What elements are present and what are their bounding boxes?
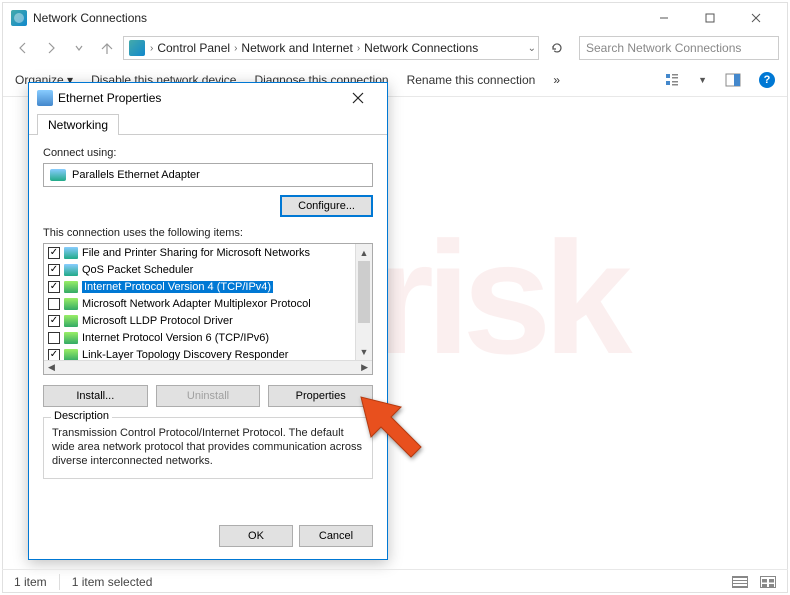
close-button[interactable] — [733, 4, 779, 32]
adapter-field: Parallels Ethernet Adapter — [43, 163, 373, 187]
item-label: Microsoft LLDP Protocol Driver — [82, 315, 233, 327]
window-title: Network Connections — [33, 11, 641, 25]
list-item[interactable]: ✓ Microsoft LLDP Protocol Driver — [44, 312, 372, 329]
adapter-icon — [50, 169, 66, 181]
dialog-title: Ethernet Properties — [58, 91, 337, 105]
item-label: Internet Protocol Version 4 (TCP/IPv4) — [82, 281, 273, 293]
items-label: This connection uses the following items… — [43, 227, 373, 239]
list-item[interactable]: ✓ File and Printer Sharing for Microsoft … — [44, 244, 372, 261]
list-item[interactable]: ✓ Link-Layer Topology Discovery Responder — [44, 346, 372, 360]
dialog-titlebar: Ethernet Properties — [29, 83, 387, 113]
scroll-down-icon[interactable]: ▼ — [356, 343, 372, 360]
chevron-right-icon: › — [150, 43, 153, 54]
protocol-icon — [64, 281, 78, 293]
cancel-button[interactable]: Cancel — [299, 525, 373, 547]
list-item[interactable]: Internet Protocol Version 6 (TCP/IPv6) — [44, 329, 372, 346]
uninstall-button[interactable]: Uninstall — [156, 385, 261, 407]
scroll-up-icon[interactable]: ▲ — [356, 244, 372, 261]
item-label: Internet Protocol Version 6 (TCP/IPv6) — [82, 332, 269, 344]
maximize-button[interactable] — [687, 4, 733, 32]
breadcrumb-item[interactable]: Network Connections — [362, 41, 480, 55]
refresh-button[interactable] — [545, 36, 569, 60]
preview-pane-icon[interactable] — [725, 72, 741, 88]
status-bar: 1 item 1 item selected — [2, 569, 788, 593]
checkbox[interactable] — [48, 332, 60, 344]
item-label: QoS Packet Scheduler — [82, 264, 193, 276]
up-button[interactable] — [95, 36, 119, 60]
checkbox[interactable]: ✓ — [48, 281, 60, 293]
scrollbar-vertical[interactable]: ▲ ▼ — [355, 244, 372, 360]
protocol-icon — [64, 332, 78, 344]
install-button[interactable]: Install... — [43, 385, 148, 407]
connect-using-label: Connect using: — [43, 147, 373, 159]
view-options-icon[interactable] — [664, 72, 680, 88]
list-item[interactable]: Microsoft Network Adapter Multiplexor Pr… — [44, 295, 372, 312]
status-item-count: 1 item — [14, 575, 47, 589]
network-connections-icon — [11, 10, 27, 26]
help-icon[interactable]: ? — [759, 72, 775, 88]
protocol-icon — [64, 247, 78, 259]
breadcrumb[interactable]: › Control Panel › Network and Internet ›… — [123, 36, 539, 60]
large-icons-view-icon[interactable] — [760, 576, 776, 588]
configure-button[interactable]: Configure... — [280, 195, 373, 217]
checkbox[interactable]: ✓ — [48, 264, 60, 276]
list-item[interactable]: ✓ Internet Protocol Version 4 (TCP/IPv4) — [44, 278, 372, 295]
minimize-button[interactable] — [641, 4, 687, 32]
item-label: File and Printer Sharing for Microsoft N… — [82, 247, 310, 259]
scrollbar-horizontal[interactable]: ◀ ▶ — [44, 360, 372, 374]
details-view-icon[interactable] — [732, 576, 748, 588]
properties-button[interactable]: Properties — [268, 385, 373, 407]
search-placeholder: Search Network Connections — [586, 41, 741, 55]
scroll-thumb[interactable] — [358, 261, 370, 323]
networking-pane: Connect using: Parallels Ethernet Adapte… — [29, 135, 387, 489]
network-adapter-icon — [37, 90, 53, 106]
checkbox[interactable]: ✓ — [48, 349, 60, 361]
items-list: ✓ File and Printer Sharing for Microsoft … — [43, 243, 373, 375]
description-text: Transmission Control Protocol/Internet P… — [52, 426, 364, 468]
ethernet-properties-dialog: Ethernet Properties Networking Connect u… — [28, 82, 388, 560]
back-button[interactable] — [11, 36, 35, 60]
adapter-name: Parallels Ethernet Adapter — [72, 169, 200, 181]
close-icon[interactable] — [337, 84, 379, 112]
dialog-tabs: Networking — [29, 113, 387, 135]
protocol-icon — [64, 315, 78, 327]
tab-networking[interactable]: Networking — [37, 114, 119, 135]
protocol-icon — [64, 298, 78, 310]
description-group: Description Transmission Control Protoco… — [43, 417, 373, 479]
description-label: Description — [51, 410, 112, 422]
forward-button[interactable] — [39, 36, 63, 60]
checkbox[interactable]: ✓ — [48, 315, 60, 327]
chevron-down-icon[interactable]: ⌄ — [528, 43, 536, 54]
scroll-left-icon[interactable]: ◀ — [48, 362, 55, 373]
toolbar-overflow[interactable]: » — [553, 73, 560, 87]
ok-button[interactable]: OK — [219, 525, 293, 547]
item-label: Microsoft Network Adapter Multiplexor Pr… — [82, 298, 311, 310]
chevron-right-icon: › — [234, 43, 237, 54]
rename-button[interactable]: Rename this connection — [407, 73, 536, 87]
scroll-right-icon[interactable]: ▶ — [361, 362, 368, 373]
checkbox[interactable] — [48, 298, 60, 310]
item-label: Link-Layer Topology Discovery Responder — [82, 349, 288, 361]
checkbox[interactable]: ✓ — [48, 247, 60, 259]
breadcrumb-item[interactable]: Network and Internet — [239, 41, 354, 55]
breadcrumb-item[interactable]: Control Panel — [155, 41, 232, 55]
address-bar: › Control Panel › Network and Internet ›… — [3, 33, 787, 63]
history-dropdown[interactable] — [67, 36, 91, 60]
chevron-right-icon: › — [357, 43, 360, 54]
control-panel-icon — [129, 40, 145, 56]
view-dropdown-icon[interactable]: ▼ — [698, 75, 707, 85]
list-item[interactable]: ✓ QoS Packet Scheduler — [44, 261, 372, 278]
protocol-icon — [64, 349, 78, 361]
window-titlebar: Network Connections — [3, 3, 787, 33]
status-selected-count: 1 item selected — [72, 575, 153, 589]
search-input[interactable]: Search Network Connections — [579, 36, 779, 60]
protocol-icon — [64, 264, 78, 276]
